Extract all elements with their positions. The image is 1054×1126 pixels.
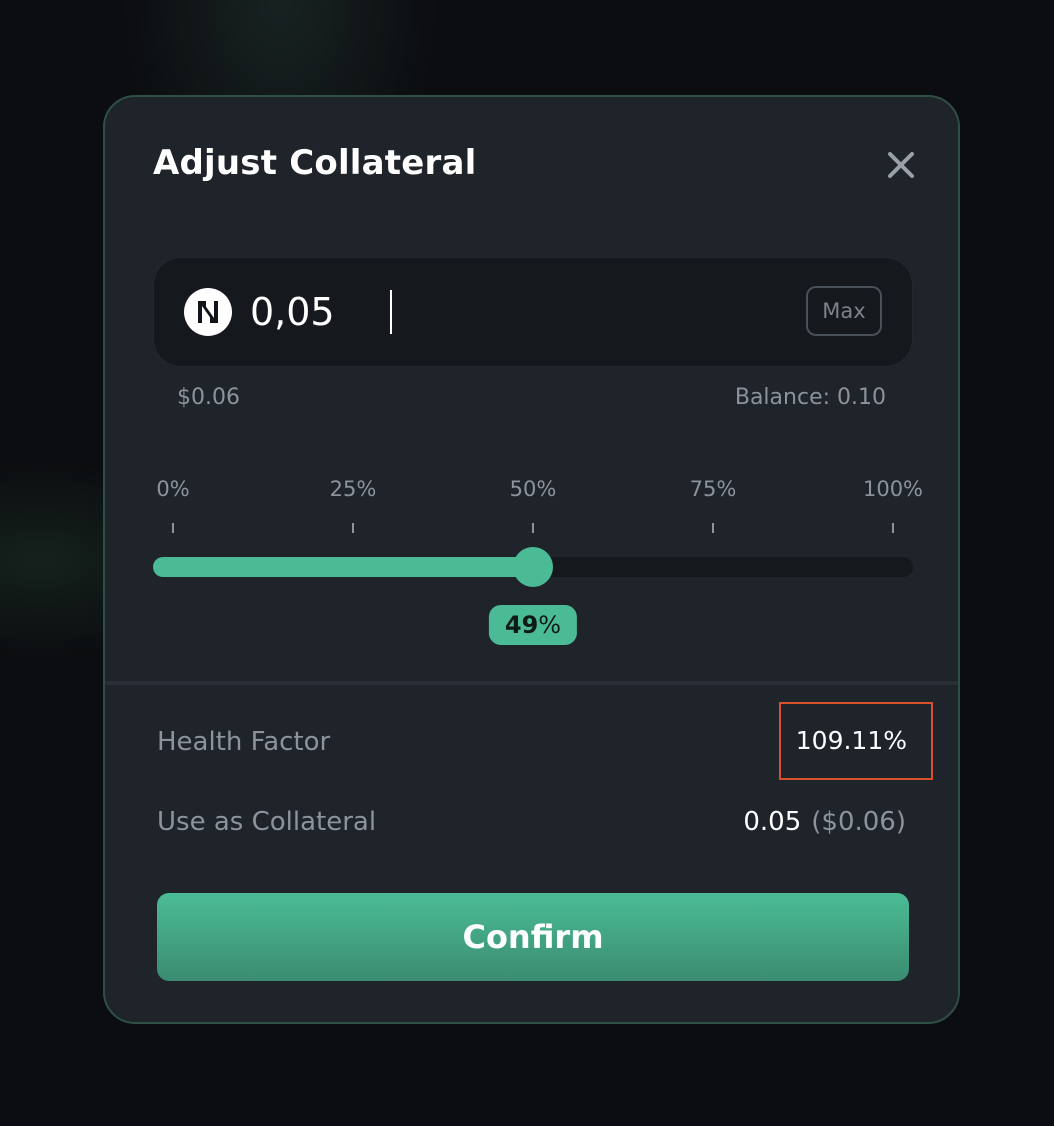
near-logo-icon: [184, 288, 232, 336]
adjust-collateral-modal: Adjust Collateral Max $0.06 Balance: 0.1…: [103, 95, 960, 1024]
modal-title: Adjust Collateral: [153, 143, 477, 183]
slider-tick-label[interactable]: 25%: [330, 477, 377, 501]
max-button[interactable]: Max: [806, 286, 882, 336]
slider-tick-label[interactable]: 100%: [863, 477, 923, 501]
slider-tick-label[interactable]: 0%: [156, 477, 189, 501]
health-factor-value: 109.11%: [795, 726, 907, 755]
close-icon: [888, 152, 914, 178]
slider-tick-mark: [172, 523, 174, 533]
slider-handle[interactable]: [513, 547, 553, 587]
slider-tick-mark: [712, 523, 714, 533]
confirm-button[interactable]: Confirm: [157, 893, 909, 981]
slider-tick-label[interactable]: 50%: [510, 477, 557, 501]
slider-percent-badge: 49%: [488, 605, 578, 645]
percentage-slider[interactable]: [153, 547, 913, 587]
close-button[interactable]: [885, 149, 917, 181]
collateral-value: 0.05 ($0.06): [743, 807, 906, 837]
slider-tick-mark: [892, 523, 894, 533]
collateral-usd: ($0.06): [811, 807, 906, 837]
collateral-amount: 0.05: [743, 807, 802, 837]
health-factor-highlight: 109.11%: [779, 702, 933, 780]
slider-tick-label[interactable]: 75%: [690, 477, 737, 501]
slider-fill: [153, 557, 533, 577]
text-cursor: [390, 290, 392, 334]
health-factor-label: Health Factor: [157, 727, 331, 757]
amount-usd-value: $0.06: [177, 385, 240, 410]
amount-input-box: Max: [153, 257, 913, 367]
slider-percent-number: 49: [504, 611, 539, 639]
section-divider: [105, 681, 958, 685]
slider-percent-suffix: %: [538, 611, 562, 639]
collateral-label: Use as Collateral: [157, 807, 377, 837]
amount-input[interactable]: [250, 286, 670, 338]
slider-tick-mark: [532, 523, 534, 533]
balance-text: Balance: 0.10: [734, 385, 886, 410]
slider-tick-mark: [352, 523, 354, 533]
